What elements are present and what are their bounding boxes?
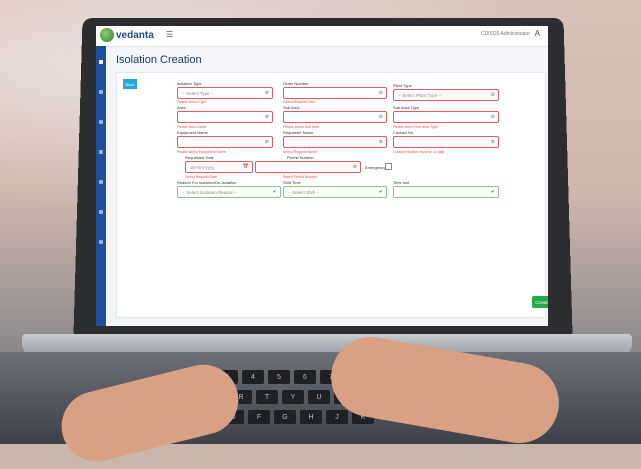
input-error-icon: ⊘ <box>490 139 495 145</box>
dropdown-error-icon: ⊘ <box>264 114 269 120</box>
requested-date-value: dd-mm-yyyy <box>190 164 215 170</box>
requested-date-label: Requested Date <box>185 155 214 160</box>
create-button[interactable]: Create <box>532 296 548 308</box>
plant-type-value: -- Select Plant Type -- <box>398 92 442 98</box>
vedanta-logo-icon <box>100 28 114 42</box>
order-number-label: Order Number <box>283 81 309 86</box>
sub-area-type-label: Sub Area Type <box>393 105 420 110</box>
top-bar: vedanta ☰ CD0020 Administrator A <box>96 26 548 47</box>
shift-time-select[interactable]: -- Select Shift -- ✔ <box>283 186 387 198</box>
sub-area-select[interactable]: ⊘ <box>283 111 387 123</box>
reason-label: Reason For Isolation/De-Isolation <box>177 180 237 185</box>
key-u: U <box>308 390 330 404</box>
contact-no-input[interactable]: ⊘ <box>393 136 499 148</box>
calendar-icon[interactable]: 📅 <box>243 164 249 170</box>
key-j: J <box>326 410 348 424</box>
isolation-type-select[interactable]: -- Select Type -- ⊘ <box>177 87 273 99</box>
menu-icon[interactable]: ☰ <box>166 30 173 39</box>
input-error-icon: ⊘ <box>378 90 383 96</box>
isolation-type-value: -- Select Type -- <box>182 90 214 96</box>
isolation-type-label: Isolation Type <box>177 81 202 86</box>
sub-area-type-select[interactable]: ⊘ <box>393 111 499 123</box>
dropdown-error-icon: ⊘ <box>378 114 383 120</box>
sidebar-item-3[interactable] <box>99 120 103 124</box>
brand-logo: vedanta <box>100 28 154 42</box>
permit-number-label: Permit Number <box>287 155 314 160</box>
dropdown-error-icon: ⊘ <box>264 139 269 145</box>
contact-no-label: Contact No <box>393 130 414 135</box>
back-button[interactable]: Back <box>123 79 137 89</box>
time-slot-label: Time slot <box>393 180 410 185</box>
area-error: Please select Area <box>177 125 206 129</box>
key-y: Y <box>282 390 304 404</box>
sidebar-item-7[interactable] <box>99 240 103 244</box>
check-icon: ✔ <box>490 189 495 195</box>
plant-type-select[interactable]: -- Select Plant Type -- ⊘ <box>393 89 499 101</box>
reason-select[interactable]: -- Select Isolation Reason -- ✔ <box>177 186 281 198</box>
sidebar-item-2[interactable] <box>99 90 103 94</box>
key-5: 5 <box>268 370 290 384</box>
key-h: H <box>300 410 322 424</box>
dropdown-error-icon: ⊘ <box>264 90 269 96</box>
permit-number-error: Select Permit Number <box>283 175 318 179</box>
equipment-name-label: Equipment Name <box>177 130 208 135</box>
check-icon: ✔ <box>378 189 383 195</box>
emergency-checkbox[interactable] <box>385 163 392 170</box>
requester-name-error: Select Request Name <box>283 150 318 154</box>
sub-area-type-error: Please select Sub Area Type <box>393 125 438 129</box>
reason-value: -- Select Isolation Reason -- <box>182 189 238 195</box>
dropdown-error-icon: ⊘ <box>378 139 383 145</box>
equipment-name-error: Please select Equipment Name <box>177 150 226 154</box>
user-avatar[interactable]: A <box>535 29 540 38</box>
dropdown-error-icon: ⊘ <box>490 114 495 120</box>
dropdown-error-icon: ⊘ <box>490 92 495 98</box>
shift-time-value: -- Select Shift -- <box>288 189 320 195</box>
emergency-label: Emergency <box>365 165 386 170</box>
requester-name-label: Requester Name <box>283 130 314 135</box>
isolation-type-error: Please select Type <box>177 100 207 104</box>
plant-type-label: Plant Type <box>393 83 412 88</box>
brand-name: vedanta <box>116 29 154 41</box>
sidebar-item-home[interactable] <box>99 60 103 64</box>
sidebar-item-4[interactable] <box>99 150 103 154</box>
contact-no-error: Contact Number must be 10 digit <box>393 150 445 154</box>
requester-name-select[interactable]: ⊘ <box>283 136 387 148</box>
sidebar-item-6[interactable] <box>99 210 103 214</box>
check-icon: ✔ <box>272 189 277 195</box>
key-6: 6 <box>294 370 316 384</box>
key-g: G <box>274 410 296 424</box>
key-t: T <box>256 390 278 404</box>
shift-time-label: Shift Time <box>283 180 301 185</box>
area-label: Area <box>177 105 186 110</box>
time-slot-input[interactable]: ✔ <box>393 186 499 198</box>
equipment-name-select[interactable]: ⊘ <box>177 136 273 148</box>
requested-date-input[interactable]: dd-mm-yyyy 📅 <box>185 161 253 173</box>
isolation-form: Back Isolation Type -- Select Type -- ⊘ … <box>116 72 546 318</box>
requested-date-error: Select Request Date <box>185 175 218 179</box>
laptop-screen: vedanta ☰ CD0020 Administrator A Isolati… <box>96 26 548 326</box>
sub-area-label: Sub Area <box>283 105 300 110</box>
page-title: Isolation Creation <box>116 54 202 66</box>
permit-number-input[interactable]: ⊘ <box>255 161 361 173</box>
user-label[interactable]: CD0020 Administrator <box>481 31 530 37</box>
area-select[interactable]: ⊘ <box>177 111 273 123</box>
key-4: 4 <box>242 370 264 384</box>
key-f: F <box>248 410 270 424</box>
sidebar <box>96 46 106 326</box>
order-number-error: Select Request Time <box>283 100 316 104</box>
sub-area-error: Please select Sub Area <box>283 125 320 129</box>
order-number-input[interactable]: ⊘ <box>283 87 387 99</box>
input-error-icon: ⊘ <box>352 164 357 170</box>
sidebar-item-5[interactable] <box>99 180 103 184</box>
